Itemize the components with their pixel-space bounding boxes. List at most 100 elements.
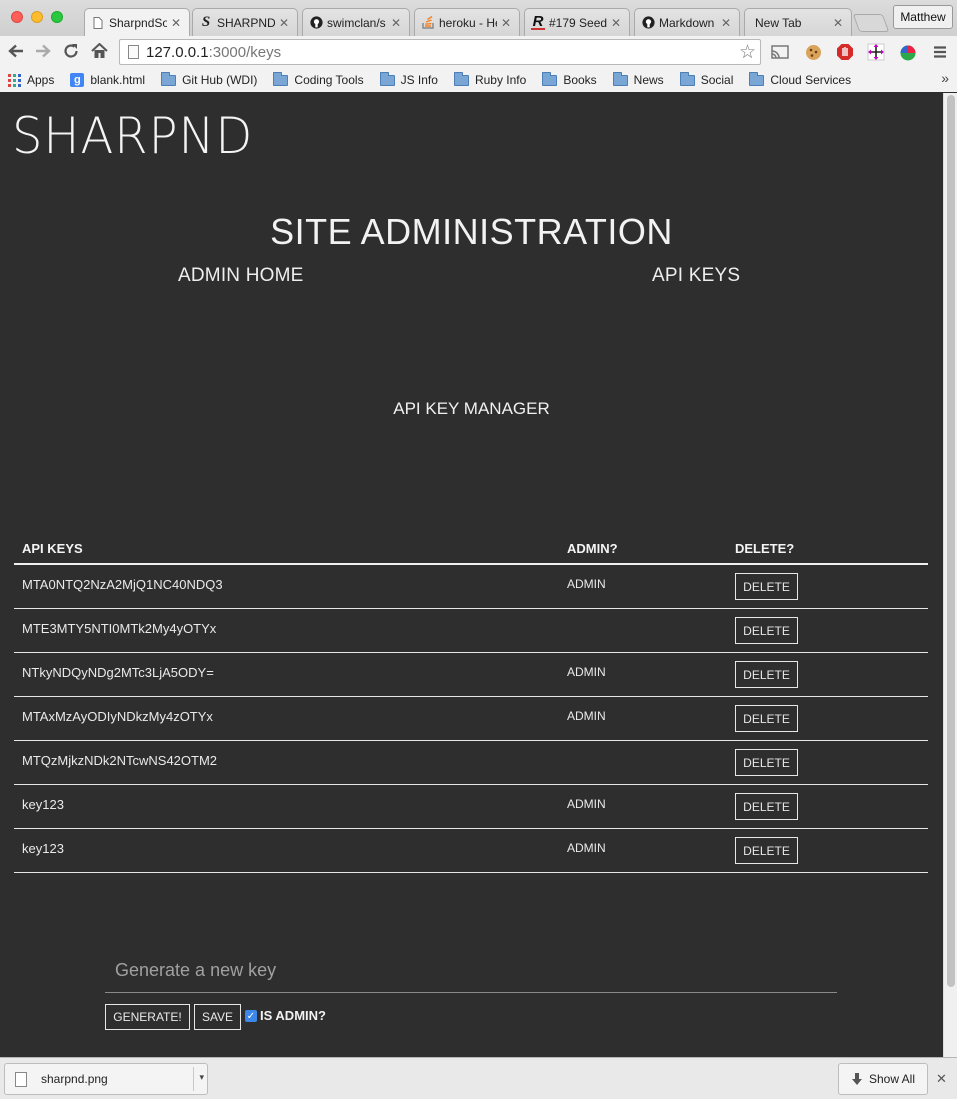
- bookmark-folder-ruby-info[interactable]: Ruby Info: [453, 71, 526, 87]
- profile-button[interactable]: Matthew: [893, 5, 953, 29]
- address-bar[interactable]: 127.0.0.1:3000/keys ☆: [119, 39, 761, 65]
- google-icon: g: [70, 73, 85, 87]
- cast-icon[interactable]: [770, 42, 790, 62]
- menu-icon[interactable]: [930, 42, 950, 62]
- bookmark-apps[interactable]: Apps: [8, 73, 54, 87]
- table-header: API KEYS ADMIN? DELETE?: [14, 529, 928, 565]
- apps-icon: [8, 73, 21, 87]
- nav-admin-home-link[interactable]: ADMIN HOME: [178, 265, 304, 287]
- api-key-cell: NTkyNDQyNDg2MTc3LjA5ODY=: [22, 665, 214, 680]
- delete-button[interactable]: DELETE: [735, 837, 798, 864]
- url-path: :3000/keys: [208, 43, 282, 61]
- bookmark-folder-cloud-services[interactable]: Cloud Services: [749, 71, 852, 87]
- bookmark-folder-social[interactable]: Social: [679, 71, 734, 87]
- tab-close-icon[interactable]: ✕: [833, 16, 843, 30]
- table-row: MTA0NTQ2NzA2MjQ1NC40NDQ3 ADMIN DELETE: [14, 565, 928, 609]
- folder-icon: [749, 71, 765, 86]
- vertical-scrollbar[interactable]: [943, 93, 957, 1057]
- stackoverflow-icon: [421, 16, 435, 30]
- download-arrow-icon: [851, 1072, 862, 1085]
- tab-title: SharpndSo: [109, 15, 167, 30]
- bookmark-folder-books[interactable]: Books: [542, 71, 597, 87]
- bookmark-star-icon[interactable]: ☆: [739, 41, 756, 64]
- admin-cell: ADMIN: [567, 665, 606, 679]
- nav-api-keys-link[interactable]: API KEYS: [652, 265, 740, 287]
- table-row: MTAxMzAyODIyNDkzMy4zOTYx ADMIN DELETE: [14, 697, 928, 741]
- bookmark-label: Cloud Services: [770, 73, 852, 87]
- tab-close-icon[interactable]: ✕: [611, 16, 621, 30]
- delete-button[interactable]: DELETE: [735, 749, 798, 776]
- folder-icon: [273, 71, 289, 86]
- section-title: API KEY MANAGER: [393, 399, 550, 418]
- folder-icon: [161, 71, 177, 86]
- generate-button[interactable]: GENERATE!: [105, 1004, 190, 1030]
- table-row: key123 ADMIN DELETE: [14, 785, 928, 829]
- delete-button[interactable]: DELETE: [735, 617, 798, 644]
- zoom-window-button[interactable]: [51, 11, 63, 23]
- download-item[interactable]: sharpnd.png ▾: [4, 1063, 208, 1095]
- folder-icon: [453, 71, 469, 86]
- reload-icon[interactable]: [60, 40, 82, 62]
- show-all-label: Show All: [868, 1072, 916, 1086]
- tab-close-icon[interactable]: ✕: [501, 16, 511, 30]
- tab-sharpnd-so[interactable]: SharpndSo ✕: [84, 8, 190, 36]
- admin-cell: ADMIN: [567, 709, 606, 723]
- cookie-icon[interactable]: [803, 42, 823, 62]
- tab-close-icon[interactable]: ✕: [391, 16, 401, 30]
- show-all-downloads-button[interactable]: Show All: [838, 1063, 928, 1095]
- tab-railscasts[interactable]: R #179 Seed ✕: [524, 8, 630, 36]
- back-icon[interactable]: [5, 40, 27, 62]
- tab-new-tab[interactable]: New Tab ✕: [744, 8, 852, 36]
- tab-swimclan[interactable]: swimclan/s ✕: [302, 8, 410, 36]
- delete-button[interactable]: DELETE: [735, 793, 798, 820]
- tab-close-icon[interactable]: ✕: [721, 16, 731, 30]
- bookmark-label: Books: [563, 73, 597, 87]
- forward-icon[interactable]: [32, 40, 54, 62]
- bookmark-blank-html[interactable]: g blank.html: [70, 73, 145, 87]
- home-icon[interactable]: [88, 40, 110, 62]
- column-header-delete: DELETE?: [735, 541, 795, 556]
- bookmark-folder-github-wdi[interactable]: Git Hub (WDI): [161, 71, 258, 87]
- is-admin-checkbox[interactable]: ✓: [245, 1010, 257, 1022]
- column-header-key: API KEYS: [22, 541, 83, 556]
- dropdown-arrow-icon[interactable]: ▾: [199, 1072, 204, 1083]
- save-button[interactable]: SAVE: [194, 1004, 241, 1030]
- delete-button[interactable]: DELETE: [735, 705, 798, 732]
- page-icon: [91, 16, 105, 30]
- table-row: MTQzMjkzNDk2NTcwNS42OTM2 DELETE: [14, 741, 928, 785]
- admin-cell: ADMIN: [567, 797, 606, 811]
- new-key-input[interactable]: [105, 949, 837, 993]
- tab-strip: SharpndSo ✕ S SHARPND ✕ swimclan/s ✕ her…: [0, 0, 957, 36]
- tab-close-icon[interactable]: ✕: [171, 16, 181, 30]
- folder-icon: [612, 71, 628, 86]
- bookmarks-overflow-icon[interactable]: »: [941, 70, 949, 86]
- tab-close-icon[interactable]: ✕: [279, 16, 289, 30]
- is-admin-label: IS ADMIN?: [260, 1008, 326, 1023]
- new-tab-button[interactable]: [852, 14, 890, 32]
- bookmark-folder-coding-tools[interactable]: Coding Tools: [273, 71, 364, 87]
- browser-chrome: SharpndSo ✕ S SHARPND ✕ swimclan/s ✕ her…: [0, 0, 957, 92]
- scrollbar-thumb[interactable]: [947, 95, 955, 987]
- bookmark-label: Social: [700, 73, 734, 87]
- download-filename: sharpnd.png: [41, 1072, 108, 1086]
- delete-button[interactable]: DELETE: [735, 661, 798, 688]
- url-host: 127.0.0.1: [146, 43, 209, 61]
- close-shelf-icon[interactable]: ✕: [936, 1071, 947, 1087]
- minimize-window-button[interactable]: [31, 11, 43, 23]
- tab-heroku[interactable]: heroku - He ✕: [414, 8, 520, 36]
- tab-sharpnd[interactable]: S SHARPND ✕: [192, 8, 298, 36]
- tab-markdown[interactable]: Markdown ✕: [634, 8, 740, 36]
- adblock-icon[interactable]: [835, 42, 855, 62]
- colorful-extension-icon[interactable]: [898, 42, 918, 62]
- bookmark-label: Git Hub (WDI): [182, 73, 258, 87]
- bookmark-folder-js-info[interactable]: JS Info: [379, 71, 438, 87]
- bookmark-label: blank.html: [90, 73, 146, 87]
- api-key-cell: key123: [22, 841, 64, 856]
- move-icon[interactable]: [866, 42, 886, 62]
- tab-title: heroku - He: [439, 15, 497, 30]
- page-icon: [128, 45, 139, 59]
- site-logo[interactable]: SHARPND: [12, 107, 253, 165]
- bookmark-folder-news[interactable]: News: [612, 71, 664, 87]
- close-window-button[interactable]: [11, 11, 23, 23]
- delete-button[interactable]: DELETE: [735, 573, 798, 600]
